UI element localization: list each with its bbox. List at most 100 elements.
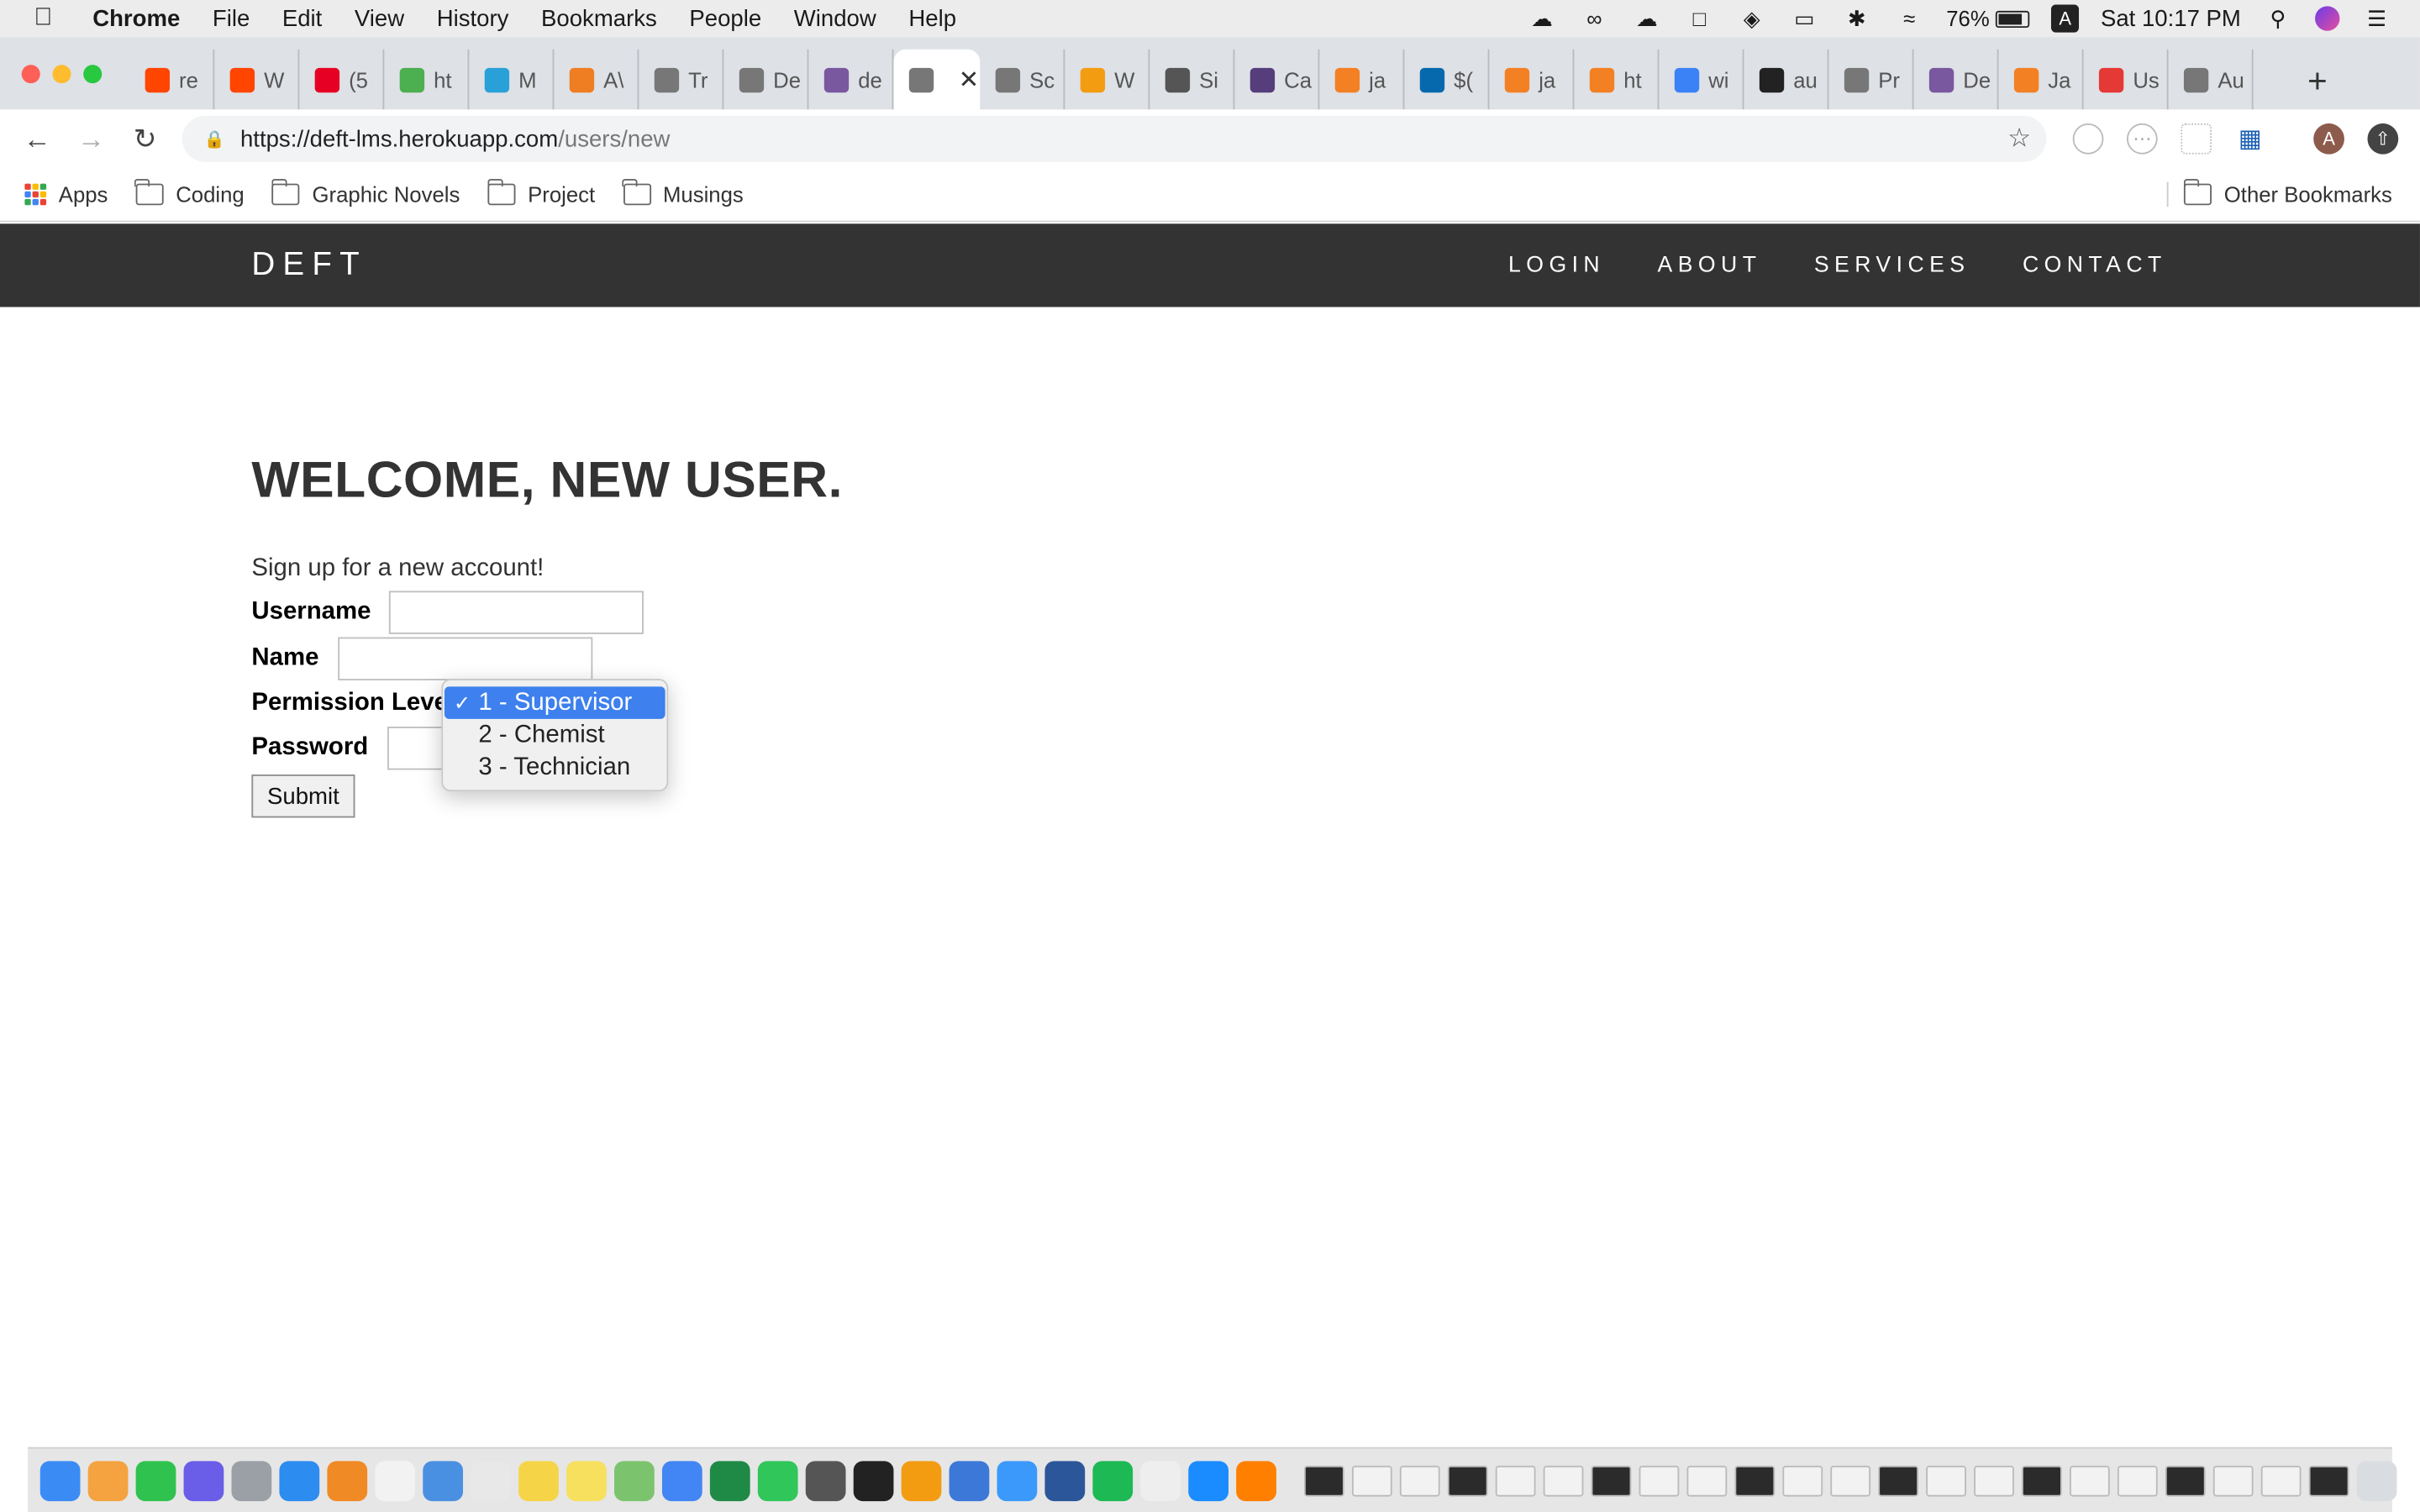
apple-menu-icon[interactable]:  xyxy=(34,5,67,33)
username-input[interactable] xyxy=(389,591,644,634)
dock-app-icon[interactable] xyxy=(471,1460,511,1501)
bookmark-app-icon[interactable]: □ xyxy=(1684,6,1715,30)
close-tab-icon[interactable]: ✕ xyxy=(959,64,980,95)
update-menu-icon[interactable]: ⇧ xyxy=(2367,123,2399,155)
dock-minimized-window[interactable] xyxy=(2308,1464,2349,1496)
bookmark-other[interactable]: Other Bookmarks xyxy=(2166,179,2392,207)
wifi-icon[interactable]: ≈ xyxy=(1894,6,1925,30)
address-bar[interactable]: 🔒 https://deft-lms.herokuapp.com/users/n… xyxy=(182,115,2047,162)
creative-cloud-icon[interactable]: ∞ xyxy=(1579,6,1610,30)
bookmark-folder-project[interactable]: Project xyxy=(487,179,595,207)
dock-minimized-window[interactable] xyxy=(2070,1464,2110,1496)
evernote-icon[interactable]: ◈ xyxy=(1736,5,1767,30)
dock-minimized-window[interactable] xyxy=(1399,1464,1440,1496)
dock-minimized-window[interactable] xyxy=(1686,1464,1728,1496)
dock-app-icon[interactable] xyxy=(518,1460,559,1501)
dock-app-icon[interactable] xyxy=(231,1460,272,1501)
dock-app-icon[interactable] xyxy=(279,1460,320,1501)
password-input[interactable] xyxy=(387,727,449,770)
dock-minimized-window[interactable] xyxy=(1591,1464,1632,1496)
menu-help[interactable]: Help xyxy=(908,5,956,31)
dock-app-icon[interactable] xyxy=(661,1460,702,1501)
notification-center-icon[interactable]: ☰ xyxy=(2361,5,2392,30)
dock-app-icon[interactable] xyxy=(1140,1460,1181,1501)
submit-button[interactable]: Submit xyxy=(251,774,355,818)
dock-app-icon[interactable] xyxy=(423,1460,464,1501)
option-technician[interactable]: 3 - Technician xyxy=(445,751,666,784)
dock-minimized-window[interactable] xyxy=(1639,1464,1680,1496)
cloud-upload-icon[interactable]: ☁ xyxy=(1527,5,1558,30)
dock-app-icon[interactable] xyxy=(757,1460,798,1501)
dock-minimized-window[interactable] xyxy=(1734,1464,1776,1496)
menu-bookmarks[interactable]: Bookmarks xyxy=(541,5,657,31)
nav-about[interactable]: ABOUT xyxy=(1658,253,1762,277)
menu-window[interactable]: Window xyxy=(794,5,876,31)
menu-people[interactable]: People xyxy=(689,5,761,31)
dock-minimized-window[interactable] xyxy=(1543,1464,1584,1496)
battery-status[interactable]: 76% xyxy=(1946,6,2030,31)
menu-history[interactable]: History xyxy=(437,5,509,31)
dock-app-icon[interactable] xyxy=(949,1460,990,1501)
dock-app-icon[interactable] xyxy=(135,1460,176,1501)
zoom-window-button[interactable] xyxy=(83,65,103,84)
dock-app-icon[interactable] xyxy=(566,1460,607,1501)
extension-2-icon[interactable]: ⋯ xyxy=(2126,123,2158,155)
profile-avatar[interactable]: A xyxy=(2313,123,2344,155)
browser-tab[interactable]: ✕ xyxy=(893,49,981,110)
browser-tab[interactable]: (5 xyxy=(299,49,385,110)
dock-minimized-window[interactable] xyxy=(2022,1464,2062,1496)
lock-icon[interactable]: 🔒 xyxy=(203,129,224,149)
dock-minimized-window[interactable] xyxy=(1351,1464,1392,1496)
dock-app-icon[interactable] xyxy=(87,1460,129,1501)
dock-app-icon[interactable] xyxy=(997,1460,1038,1501)
browser-tab[interactable]: De xyxy=(1914,49,1999,110)
browser-tab[interactable]: Tr xyxy=(639,49,724,110)
bluetooth-icon[interactable]: ✱ xyxy=(1841,5,1872,30)
dock-app-icon[interactable] xyxy=(1092,1460,1134,1501)
browser-tab[interactable]: Ja xyxy=(1999,49,2084,110)
menu-app-name[interactable]: Chrome xyxy=(92,5,180,31)
browser-tab[interactable]: ht xyxy=(1574,49,1660,110)
nav-contact[interactable]: CONTACT xyxy=(2023,253,2167,277)
browser-tab[interactable]: re xyxy=(129,49,215,110)
browser-tab[interactable]: W xyxy=(214,49,300,110)
dock-app-icon[interactable] xyxy=(614,1460,655,1501)
browser-tab[interactable]: de xyxy=(808,49,894,110)
dock-minimized-window[interactable] xyxy=(1878,1464,1919,1496)
reload-icon[interactable]: ↻ xyxy=(127,120,164,157)
dock-app-icon[interactable] xyxy=(853,1460,894,1501)
menu-file[interactable]: File xyxy=(213,5,250,31)
dock-app-icon[interactable] xyxy=(1236,1460,1276,1501)
browser-tab[interactable]: ht xyxy=(384,49,470,110)
dock-minimized-window[interactable] xyxy=(2260,1464,2302,1496)
trash-icon[interactable] xyxy=(2356,1460,2397,1501)
minimize-window-button[interactable] xyxy=(52,65,71,84)
menu-view[interactable]: View xyxy=(355,5,404,31)
browser-tab[interactable]: W xyxy=(1065,49,1150,110)
extension-1-icon[interactable] xyxy=(2072,123,2104,155)
bookmark-folder-musings[interactable]: Musings xyxy=(622,179,744,207)
bookmark-folder-coding[interactable]: Coding xyxy=(134,179,245,207)
browser-tab[interactable]: wi xyxy=(1659,49,1744,110)
dock-minimized-window[interactable] xyxy=(1495,1464,1536,1496)
nav-services[interactable]: SERVICES xyxy=(1814,253,1970,277)
site-brand[interactable]: DEFT xyxy=(251,247,366,284)
dock-minimized-window[interactable] xyxy=(2212,1464,2254,1496)
dock-minimized-window[interactable] xyxy=(1782,1464,1823,1496)
back-arrow-icon[interactable]: ← xyxy=(18,120,55,157)
siri-icon[interactable] xyxy=(2315,6,2340,31)
browser-tab[interactable]: A\ xyxy=(554,49,639,110)
browser-tab[interactable]: De xyxy=(723,49,809,110)
dock-app-icon[interactable] xyxy=(375,1460,416,1501)
name-input[interactable] xyxy=(337,637,592,680)
option-chemist[interactable]: 2 - Chemist xyxy=(445,719,666,752)
dock-app-icon[interactable] xyxy=(901,1460,942,1501)
browser-tab[interactable]: Au xyxy=(2169,49,2254,110)
dock-minimized-window[interactable] xyxy=(1830,1464,1871,1496)
dock-minimized-window[interactable] xyxy=(1974,1464,2014,1496)
dock-app-icon[interactable] xyxy=(805,1460,846,1501)
browser-tab[interactable]: Ca xyxy=(1234,49,1320,110)
bookmark-star-icon[interactable]: ☆ xyxy=(2007,123,2031,155)
input-source-icon[interactable]: A xyxy=(2051,4,2080,33)
bookmark-apps[interactable]: Apps xyxy=(24,182,108,207)
